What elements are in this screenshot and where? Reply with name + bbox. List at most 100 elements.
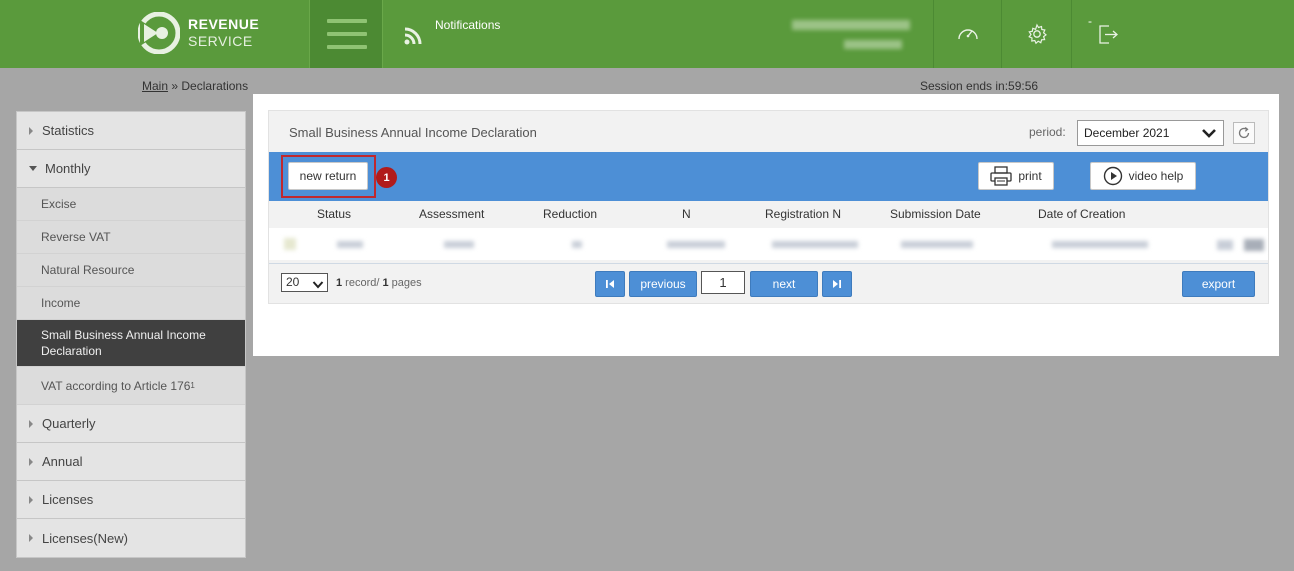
refresh-icon	[1238, 126, 1250, 139]
sidebar-item-small-business-declaration[interactable]: Small Business Annual Income Declaration	[17, 320, 245, 367]
col-status[interactable]: Status	[317, 207, 351, 221]
period-value: December 2021	[1084, 126, 1170, 140]
new-return-button[interactable]: new return	[288, 162, 368, 190]
sidebar-item-vat-article-176[interactable]: VAT according to Article 176 1	[17, 367, 245, 405]
first-page-button[interactable]	[595, 271, 625, 297]
breadcrumb-separator: »	[171, 79, 179, 93]
logo-icon	[138, 12, 180, 54]
previous-button[interactable]: previous	[629, 271, 697, 297]
rss-icon	[403, 26, 423, 49]
declaration-card: Small Business Annual Income Declaration…	[268, 110, 1269, 304]
col-date-of-creation[interactable]: Date of Creation	[1038, 207, 1125, 221]
page-size-value: 20	[286, 275, 300, 289]
settings-button[interactable]	[1001, 0, 1071, 68]
sidebar-group-statistics[interactable]: Statistics	[17, 112, 245, 150]
print-button[interactable]: print	[978, 162, 1054, 190]
refresh-button[interactable]	[1233, 122, 1255, 144]
sidebar-group-label: Quarterly	[42, 416, 96, 431]
page-title: Small Business Annual Income Declaration	[289, 125, 537, 140]
chevron-right-icon	[29, 534, 33, 542]
logout-button[interactable]: -	[1071, 0, 1141, 68]
print-label: print	[1018, 169, 1042, 183]
sidebar-item-natural-resource[interactable]: Natural Resource	[17, 254, 245, 287]
sidebar-item-excise[interactable]: Excise	[17, 188, 245, 221]
sidebar-group-licenses-new[interactable]: Licenses(New)	[17, 519, 245, 557]
menu-button[interactable]	[309, 0, 383, 68]
printer-icon	[990, 166, 1012, 186]
chevron-right-icon	[29, 419, 33, 428]
first-page-icon	[606, 280, 614, 288]
export-button[interactable]: export	[1182, 271, 1255, 297]
play-icon	[1103, 166, 1122, 186]
view-icon[interactable]	[1217, 240, 1233, 250]
status-icon	[284, 238, 296, 250]
user-name-redacted	[792, 20, 912, 54]
sidebar-group-label: Annual	[42, 454, 83, 469]
logout-icon	[1098, 25, 1118, 44]
records-label: record/	[342, 277, 383, 289]
col-n[interactable]: N	[682, 207, 691, 221]
hamburger-bar	[327, 32, 367, 36]
sidebar-group-label: Licenses	[42, 492, 94, 507]
video-help-label: video help	[1128, 169, 1184, 183]
redacted-cell	[667, 241, 725, 248]
redacted-cell	[337, 241, 363, 248]
col-submission-date[interactable]: Submission Date	[890, 207, 981, 221]
step-badge: 1	[376, 167, 397, 188]
main-panel: Small Business Annual Income Declaration…	[253, 94, 1279, 356]
redacted-cell	[772, 241, 858, 248]
chevron-down-icon	[312, 278, 324, 292]
period-label: period:	[1029, 125, 1066, 139]
records-summary: 1 record/ 1 pages	[336, 277, 422, 289]
col-reduction[interactable]: Reduction	[543, 207, 597, 221]
superscript: 1	[190, 381, 195, 390]
hamburger-bar	[327, 45, 367, 49]
notifications-link[interactable]: Notifications	[403, 18, 500, 49]
revenue-service-logo[interactable]: REVENUE SERVICE	[138, 12, 259, 54]
sidebar: Statistics Monthly Excise Reverse VAT Na…	[16, 111, 246, 558]
chevron-right-icon	[29, 457, 33, 466]
redacted-cell	[572, 241, 582, 248]
redacted-cell	[901, 241, 973, 248]
logo-line-2: SERVICE	[188, 33, 253, 49]
sidebar-item-label: VAT according to Article 176	[41, 378, 191, 393]
chevron-down-icon	[29, 166, 37, 171]
sidebar-group-quarterly[interactable]: Quarterly	[17, 405, 245, 443]
table-header: Status Assessment Reduction N Registrati…	[269, 202, 1268, 226]
breadcrumb-current: Declarations	[181, 79, 249, 93]
action-icon[interactable]	[1244, 239, 1264, 251]
breadcrumb: Main » Declarations	[142, 79, 248, 93]
session-timer: Session ends in:59:56	[920, 79, 1039, 93]
chevron-right-icon	[29, 126, 33, 135]
col-registration-n[interactable]: Registration N	[765, 207, 841, 221]
sidebar-group-licenses[interactable]: Licenses	[17, 481, 245, 519]
pagination-bar: 20 1 record/ 1 pages previous 1 next exp…	[269, 263, 1268, 303]
last-page-button[interactable]	[822, 271, 852, 297]
sidebar-group-label: Statistics	[42, 123, 95, 138]
chevron-right-icon	[29, 495, 33, 504]
pages-label: pages	[388, 277, 422, 289]
redacted-cell	[1052, 241, 1148, 248]
page-number-input[interactable]: 1	[701, 271, 745, 294]
next-button[interactable]: next	[750, 271, 818, 297]
toolbar: new return 1 print video help	[269, 152, 1268, 201]
sidebar-group-monthly[interactable]: Monthly	[17, 150, 245, 188]
breadcrumb-main-link[interactable]: Main	[142, 79, 168, 93]
hamburger-bar	[327, 19, 367, 23]
table-row[interactable]	[269, 228, 1268, 260]
dashboard-button[interactable]	[933, 0, 1001, 68]
sidebar-group-annual[interactable]: Annual	[17, 443, 245, 481]
sidebar-group-label: Monthly	[45, 161, 91, 176]
speedometer-icon	[957, 29, 978, 40]
logo-line-1: REVENUE	[188, 16, 260, 32]
video-help-button[interactable]: video help	[1090, 162, 1196, 190]
chevron-down-icon	[1201, 127, 1217, 142]
logout-dash: -	[1088, 14, 1092, 28]
sidebar-item-income[interactable]: Income	[17, 287, 245, 320]
sidebar-item-reverse-vat[interactable]: Reverse VAT	[17, 221, 245, 254]
period-select[interactable]: December 2021	[1077, 120, 1224, 146]
redacted-cell	[444, 241, 474, 248]
col-assessment[interactable]: Assessment	[419, 207, 484, 221]
page-size-select[interactable]: 20	[281, 273, 328, 292]
sidebar-group-label: Licenses(New)	[42, 530, 128, 546]
